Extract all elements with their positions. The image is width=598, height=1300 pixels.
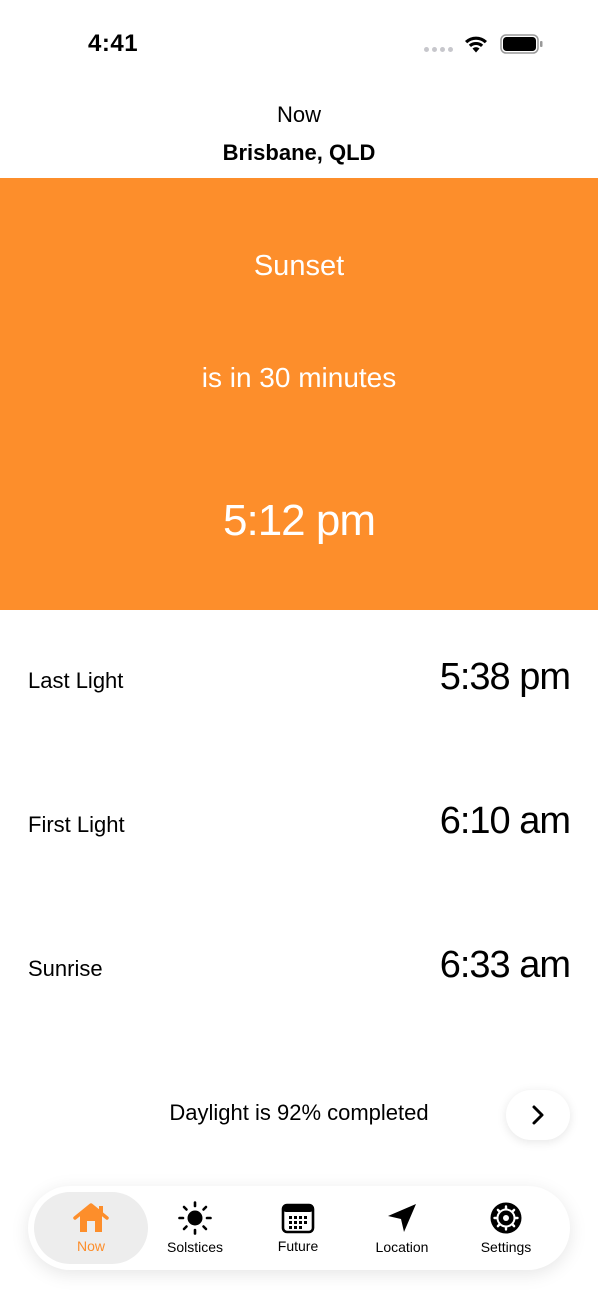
cellular-signal-icon [424,47,453,52]
tab-label: Location [375,1239,429,1255]
list-item-first-light: First Light 6:10 am [28,797,571,857]
chevron-right-icon [532,1105,544,1125]
header-subtitle: Now [276,102,321,127]
calendar-icon [281,1203,315,1234]
gear-icon [490,1202,522,1234]
daylight-next-button[interactable] [506,1090,570,1140]
row-time: 6:10 am [439,800,571,842]
tab-settings[interactable]: Settings [456,1192,556,1264]
location-arrow-icon [388,1204,416,1232]
tab-label: Solstices [166,1239,224,1255]
tab-label: Now [76,1238,105,1254]
list-item-last-light: Last Light 5:38 pm [28,653,571,713]
row-time: 6:33 am [439,944,571,986]
next-event-name: Sunset [253,250,345,282]
next-event-panel: Sunset is in 30 minutes 5:12 pm [0,178,598,610]
list-item-sunrise: Sunrise 6:33 am [28,941,571,1001]
next-event-countdown: is in 30 minutes [201,362,397,393]
row-label: Sunrise [28,956,103,981]
tab-now[interactable]: Now [34,1192,148,1264]
status-bar: 4:41 [0,0,598,90]
tab-label: Future [277,1238,319,1254]
row-time: 5:38 pm [439,656,571,698]
row-label: First Light [28,812,125,837]
home-icon [73,1203,109,1232]
tab-future[interactable]: Future [248,1192,348,1264]
battery-icon [500,34,544,59]
location-title: Brisbane, QLD [222,140,376,165]
sun-icon [178,1201,212,1235]
tab-solstices[interactable]: Solstices [148,1192,242,1264]
tab-label: Settings [480,1239,532,1255]
wifi-icon [462,33,490,60]
status-time: 4:41 [88,30,139,57]
tab-location[interactable]: Location [352,1192,452,1264]
next-event-time: 5:12 pm [223,496,376,545]
row-label: Last Light [28,668,124,693]
tab-bar: Now Solstices Future Location Settings [28,1186,570,1270]
